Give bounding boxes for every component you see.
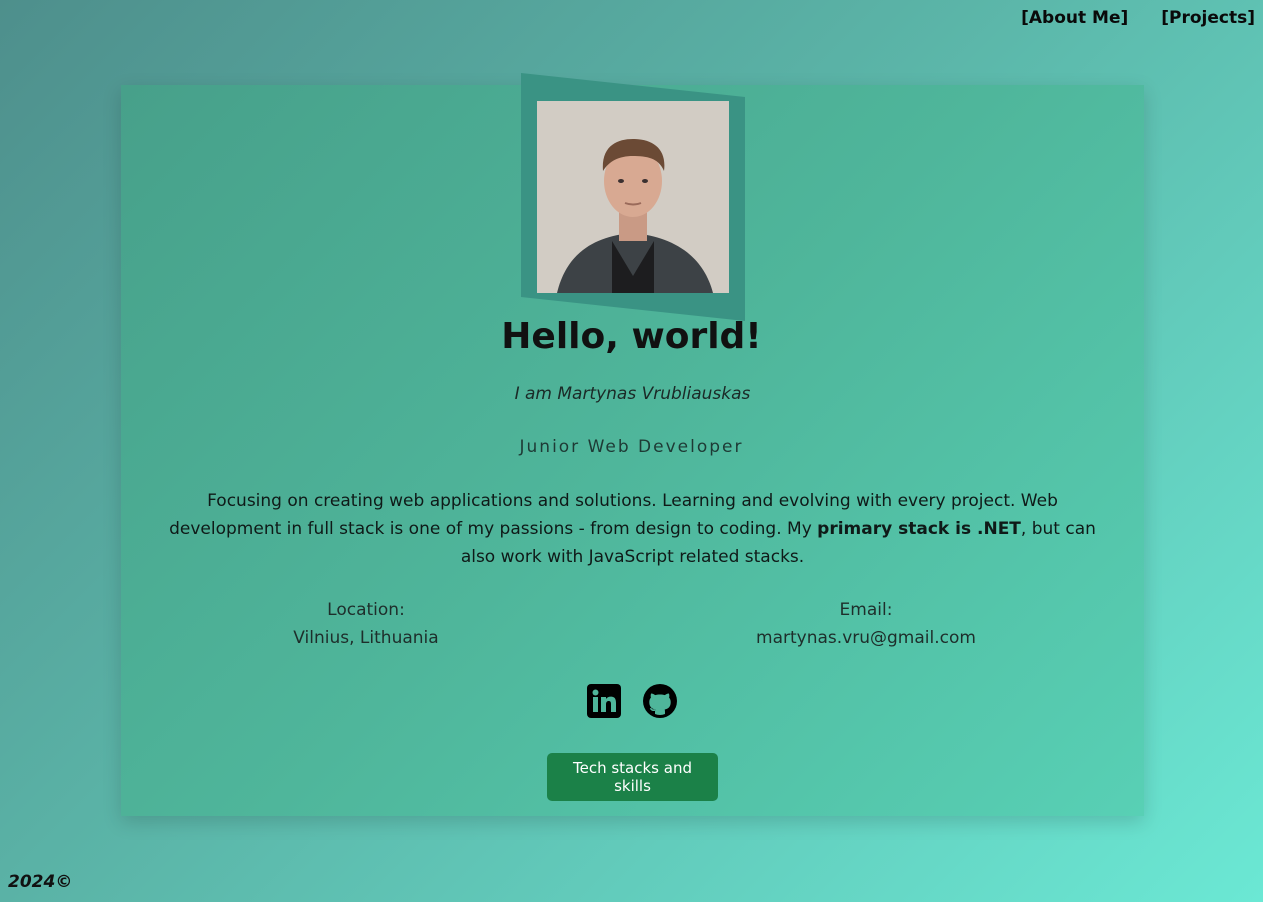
nav-projects-link[interactable]: [Projects] [1161, 8, 1255, 28]
location-block: Location: Vilnius, Lithuania [216, 596, 516, 652]
top-nav: [About Me] [Projects] [1021, 8, 1255, 28]
bio-description: Focusing on creating web applications an… [155, 487, 1110, 571]
page-title: Hello, world! [501, 316, 762, 357]
footer-copyright: 2024© [8, 872, 73, 892]
email-value[interactable]: martynas.vru@gmail.com [716, 624, 1016, 652]
github-icon[interactable] [642, 683, 678, 719]
location-label: Location: [327, 600, 405, 620]
linkedin-icon[interactable] [586, 683, 622, 719]
job-title: Junior Web Developer [519, 437, 744, 457]
name-subtitle-text: I am Martynas Vrubliauskas [514, 384, 751, 404]
location-value: Vilnius, Lithuania [293, 628, 439, 648]
profile-photo [537, 101, 729, 293]
name-subtitle: I am Martynas Vrubliauskas [0, 384, 1263, 404]
email-label: Email: [839, 600, 893, 620]
social-links [586, 683, 678, 719]
bio-text-bold: primary stack is .NET [817, 519, 1021, 539]
tech-stacks-button[interactable]: Tech stacks and skills [547, 753, 718, 801]
email-block: Email: martynas.vru@gmail.com [716, 596, 1016, 652]
nav-about-me-link[interactable]: [About Me] [1021, 8, 1128, 28]
